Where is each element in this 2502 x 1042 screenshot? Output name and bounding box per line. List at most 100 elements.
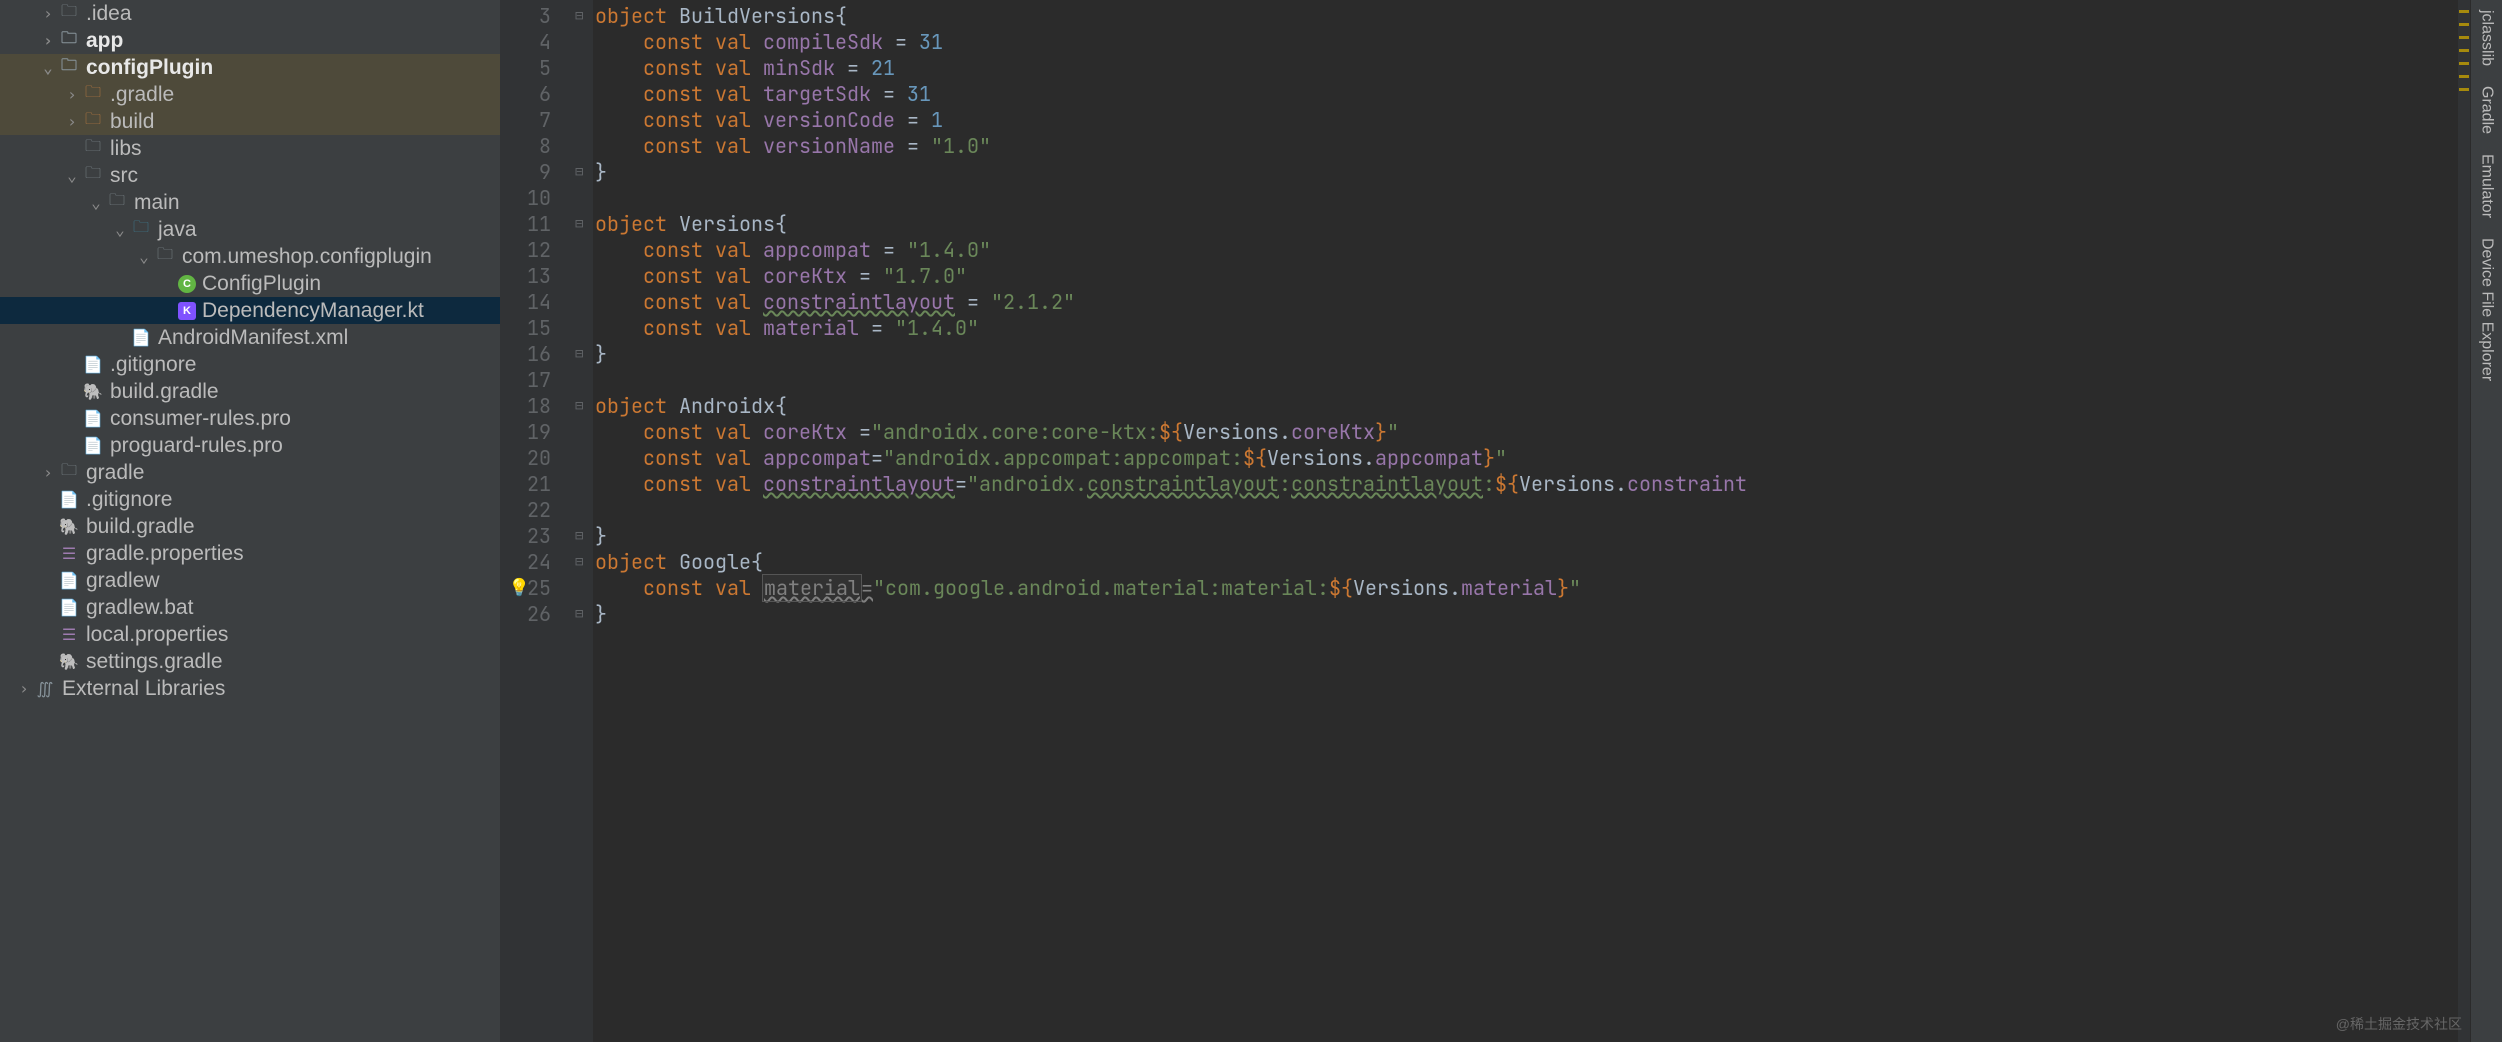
expand-arrow-icon[interactable]: › — [14, 679, 34, 698]
tree-item[interactable]: 📄.gitignore — [0, 486, 500, 513]
expand-arrow-icon[interactable]: ⌄ — [134, 247, 154, 266]
tree-item[interactable]: ☰gradle.properties — [0, 540, 500, 567]
code-line[interactable] — [595, 367, 2458, 393]
fold-toggle-icon[interactable]: ⊟ — [575, 159, 593, 185]
line-number[interactable]: 22 — [500, 497, 575, 523]
tool-tab[interactable]: jclasslib — [2474, 0, 2500, 76]
line-number[interactable]: 8 — [500, 133, 575, 159]
line-number[interactable]: 10 — [500, 185, 575, 211]
code-line[interactable]: } — [595, 341, 2458, 367]
code-line[interactable]: const val constraintlayout = "2.1.2" — [595, 289, 2458, 315]
code-line[interactable]: const val coreKtx = "1.7.0" — [595, 263, 2458, 289]
code-area[interactable]: object BuildVersions{ const val compileS… — [593, 0, 2458, 1042]
expand-arrow-icon[interactable]: ⌄ — [62, 166, 82, 185]
code-line[interactable]: const val coreKtx ="androidx.core:core-k… — [595, 419, 2458, 445]
fold-toggle-icon[interactable]: ⊟ — [575, 549, 593, 575]
expand-arrow-icon[interactable]: › — [38, 4, 58, 23]
line-number[interactable]: 23 — [500, 523, 575, 549]
expand-arrow-icon[interactable]: ⌄ — [38, 58, 58, 77]
code-line[interactable]: object Versions{ — [595, 211, 2458, 237]
line-number[interactable]: 11 — [500, 211, 575, 237]
tree-item[interactable]: 📄.gitignore — [0, 351, 500, 378]
line-number[interactable]: 26 — [500, 601, 575, 627]
tree-item[interactable]: 🗀libs — [0, 135, 500, 162]
fold-toggle-icon[interactable]: ⊟ — [575, 601, 593, 627]
expand-arrow-icon[interactable]: › — [62, 112, 82, 131]
line-number[interactable]: 21 — [500, 471, 575, 497]
line-number[interactable]: 24 — [500, 549, 575, 575]
line-number[interactable]: 4 — [500, 29, 575, 55]
tree-item[interactable]: 📄gradlew.bat — [0, 594, 500, 621]
line-number[interactable]: 25 — [500, 575, 575, 601]
line-number[interactable]: 6 — [500, 81, 575, 107]
tree-item[interactable]: ☰local.properties — [0, 621, 500, 648]
tree-item[interactable]: ⌄🗀main — [0, 189, 500, 216]
tree-item[interactable]: ›🗀.idea — [0, 0, 500, 27]
code-line[interactable]: const val versionCode = 1 — [595, 107, 2458, 133]
line-number[interactable]: 3 — [500, 3, 575, 29]
tree-item[interactable]: ›🗀gradle — [0, 459, 500, 486]
expand-arrow-icon[interactable]: ⌄ — [86, 193, 106, 212]
code-line[interactable]: const val versionName = "1.0" — [595, 133, 2458, 159]
line-number[interactable]: 15 — [500, 315, 575, 341]
tree-item[interactable]: 🐘build.gradle — [0, 378, 500, 405]
code-line[interactable] — [595, 497, 2458, 523]
fold-toggle-icon[interactable]: ⊟ — [575, 523, 593, 549]
fold-toggle-icon[interactable]: ⊟ — [575, 341, 593, 367]
tree-item[interactable]: 📄AndroidManifest.xml — [0, 324, 500, 351]
tree-item[interactable]: ›🗀app — [0, 27, 500, 54]
line-number[interactable]: 7 — [500, 107, 575, 133]
tree-item[interactable]: 📄consumer-rules.pro — [0, 405, 500, 432]
line-number[interactable]: 18 — [500, 393, 575, 419]
code-line[interactable]: const val targetSdk = 31 — [595, 81, 2458, 107]
line-number[interactable]: 9 — [500, 159, 575, 185]
code-line[interactable]: object BuildVersions{ — [595, 3, 2458, 29]
expand-arrow-icon[interactable]: › — [38, 463, 58, 482]
code-line[interactable]: } — [595, 601, 2458, 627]
code-line[interactable]: object Androidx{ — [595, 393, 2458, 419]
tree-item[interactable]: 🐘settings.gradle — [0, 648, 500, 675]
tree-item[interactable]: 📄gradlew — [0, 567, 500, 594]
tree-item[interactable]: ⌄🗀java — [0, 216, 500, 243]
line-number[interactable]: 14 — [500, 289, 575, 315]
tree-item[interactable]: ›∭External Libraries — [0, 675, 500, 702]
line-number[interactable]: 12 — [500, 237, 575, 263]
line-number[interactable]: 16 — [500, 341, 575, 367]
code-line[interactable]: } — [595, 159, 2458, 185]
tree-item[interactable]: 📄proguard-rules.pro — [0, 432, 500, 459]
line-number[interactable]: 13 — [500, 263, 575, 289]
expand-arrow-icon[interactable]: ⌄ — [110, 220, 130, 239]
minimap[interactable] — [2458, 0, 2470, 1042]
tree-item[interactable]: CConfigPlugin — [0, 270, 500, 297]
project-tree[interactable]: ›🗀.idea›🗀app⌄🗀configPlugin›🗀.gradle›🗀bui… — [0, 0, 500, 1042]
tree-item[interactable]: 🐘build.gradle — [0, 513, 500, 540]
tree-item[interactable]: ⌄🗀configPlugin — [0, 54, 500, 81]
code-line[interactable]: const val constraintlayout="androidx.con… — [595, 471, 2458, 497]
tree-item[interactable]: ›🗀.gradle — [0, 81, 500, 108]
tree-item[interactable]: KDependencyManager.kt — [0, 297, 500, 324]
code-line[interactable] — [595, 185, 2458, 211]
code-line[interactable]: object Google{ — [595, 549, 2458, 575]
code-line[interactable]: const val material = "1.4.0" — [595, 315, 2458, 341]
tree-item[interactable]: ⌄🗀com.umeshop.configplugin — [0, 243, 500, 270]
code-line[interactable]: const val material="com.google.android.m… — [595, 575, 2458, 601]
tree-item[interactable]: ⌄🗀src — [0, 162, 500, 189]
code-line[interactable]: const val appcompat="androidx.appcompat:… — [595, 445, 2458, 471]
tool-tab[interactable]: Device File Explorer — [2474, 228, 2500, 391]
line-number[interactable]: 5 — [500, 55, 575, 81]
expand-arrow-icon[interactable]: › — [62, 85, 82, 104]
expand-arrow-icon[interactable]: › — [38, 31, 58, 50]
fold-toggle-icon[interactable]: ⊟ — [575, 3, 593, 29]
line-number[interactable]: 19 — [500, 419, 575, 445]
line-number[interactable]: 20 — [500, 445, 575, 471]
tool-tab[interactable]: Emulator — [2474, 144, 2500, 228]
tool-tab[interactable]: Gradle — [2474, 76, 2500, 144]
code-line[interactable]: const val appcompat = "1.4.0" — [595, 237, 2458, 263]
fold-toggle-icon[interactable]: ⊟ — [575, 393, 593, 419]
code-line[interactable]: const val compileSdk = 31 — [595, 29, 2458, 55]
code-line[interactable]: } — [595, 523, 2458, 549]
code-line[interactable]: const val minSdk = 21 — [595, 55, 2458, 81]
tree-item[interactable]: ›🗀build — [0, 108, 500, 135]
fold-toggle-icon[interactable]: ⊟ — [575, 211, 593, 237]
line-number[interactable]: 17 — [500, 367, 575, 393]
